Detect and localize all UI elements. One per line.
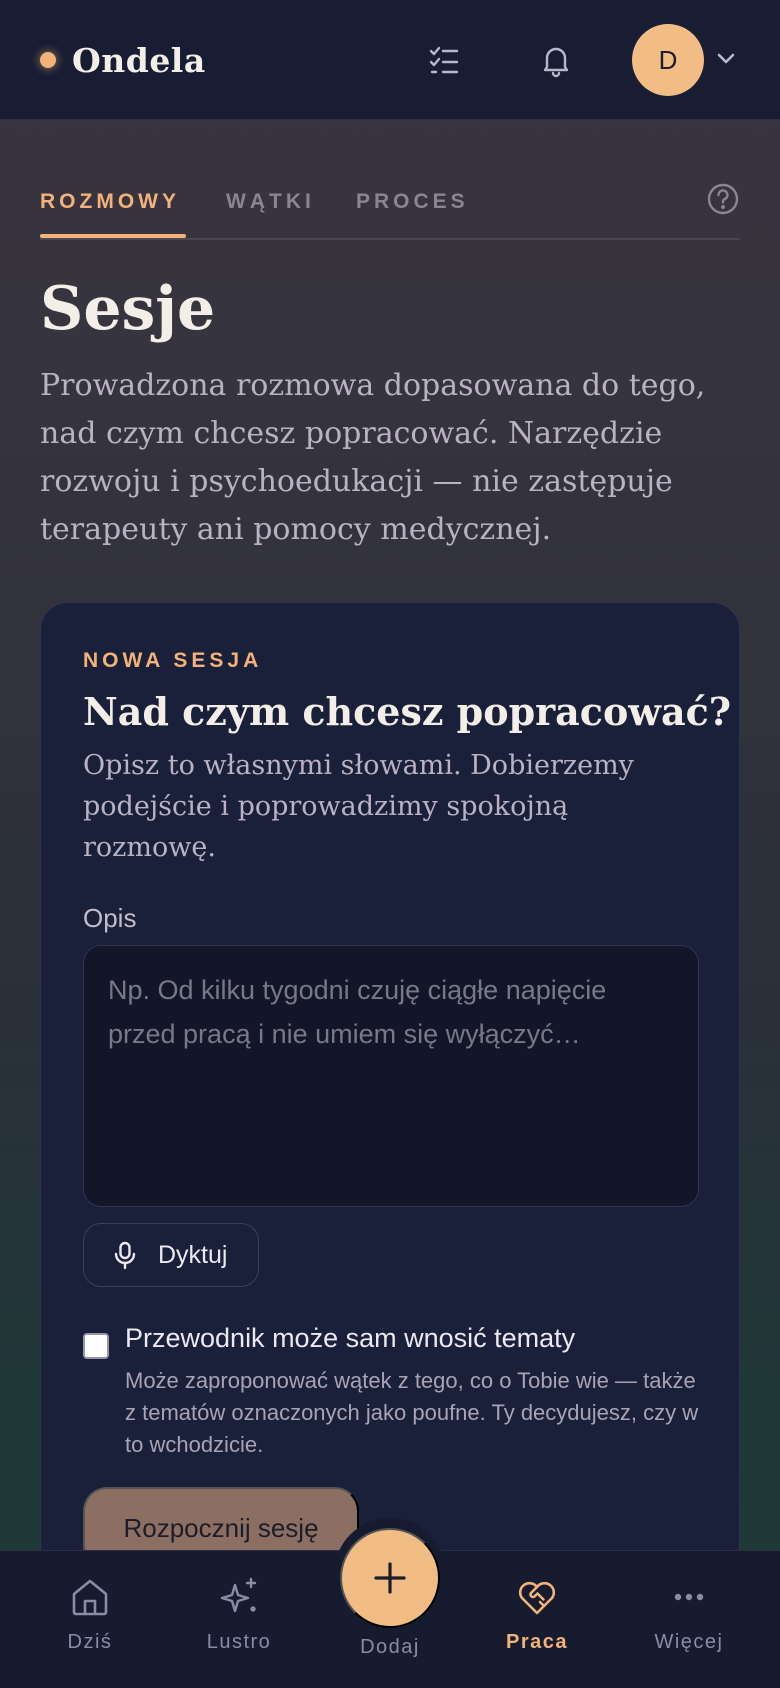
dictate-button[interactable]: Dyktuj [83,1223,259,1287]
nav-item-lustro[interactable]: Lustro [179,1575,299,1654]
auto-topics-checkbox[interactable] [83,1333,109,1359]
bell-icon[interactable] [532,36,580,84]
page-description: Prowadzona rozmowa dopasowana do tego, n… [40,368,706,547]
auto-topics-label[interactable]: Przewodnik może sam wnosić tematy [125,1323,575,1354]
app-name: Ondela [72,40,206,80]
home-icon [72,1579,108,1616]
chevron-down-icon[interactable] [712,44,740,72]
tab-watki[interactable]: WĄTKI [226,190,315,214]
help-icon[interactable] [706,182,740,216]
nav-label-praca: Praca [506,1631,568,1653]
more-dots-icon [674,1593,704,1601]
nav-item-praca[interactable]: Praca [477,1575,597,1654]
sparkle-icon [220,1577,257,1613]
add-button[interactable] [340,1528,440,1628]
top-bar: Ondela D [0,0,780,120]
brand[interactable]: Ondela [40,40,206,80]
dictate-label: Dyktuj [158,1240,228,1269]
heart-handshake-icon [518,1581,556,1615]
nav-label-dzis: Dziś [67,1631,113,1653]
nav-label-wiecej: Więcej [654,1631,724,1653]
avatar[interactable]: D [632,24,704,96]
nav-item-dzis[interactable]: Dziś [30,1575,150,1654]
description-textarea[interactable] [83,945,699,1207]
tab-proces[interactable]: PROCES [356,190,469,214]
tab-rozmowy[interactable]: ROZMOWY [40,190,180,214]
section-tabs: ROZMOWY WĄTKI PROCES [40,182,740,240]
brand-dot-icon [40,52,56,68]
nav-label-lustro: Lustro [206,1631,272,1653]
microphone-icon [114,1241,136,1270]
card-subtitle: Opisz to własnymi słowami. Dobierzemy po… [83,750,634,863]
description-field-label: Opis [83,903,137,933]
nav-label-dodaj: Dodaj [360,1636,420,1658]
tasks-checklist-icon[interactable] [420,36,468,84]
card-eyebrow: NOWA SESJA [83,649,263,672]
avatar-initial: D [658,44,678,75]
card-title: Nad czym chcesz popracować? [83,689,732,734]
page-title: Sesje [40,274,216,344]
plus-icon [374,1562,406,1594]
active-tab-indicator [40,234,186,238]
auto-topics-help: Może zaproponować wątek z tego, co o Tob… [125,1368,699,1457]
start-session-label: Rozpocznij sesję [123,1512,319,1543]
nav-item-wiecej[interactable]: Więcej [629,1575,749,1654]
